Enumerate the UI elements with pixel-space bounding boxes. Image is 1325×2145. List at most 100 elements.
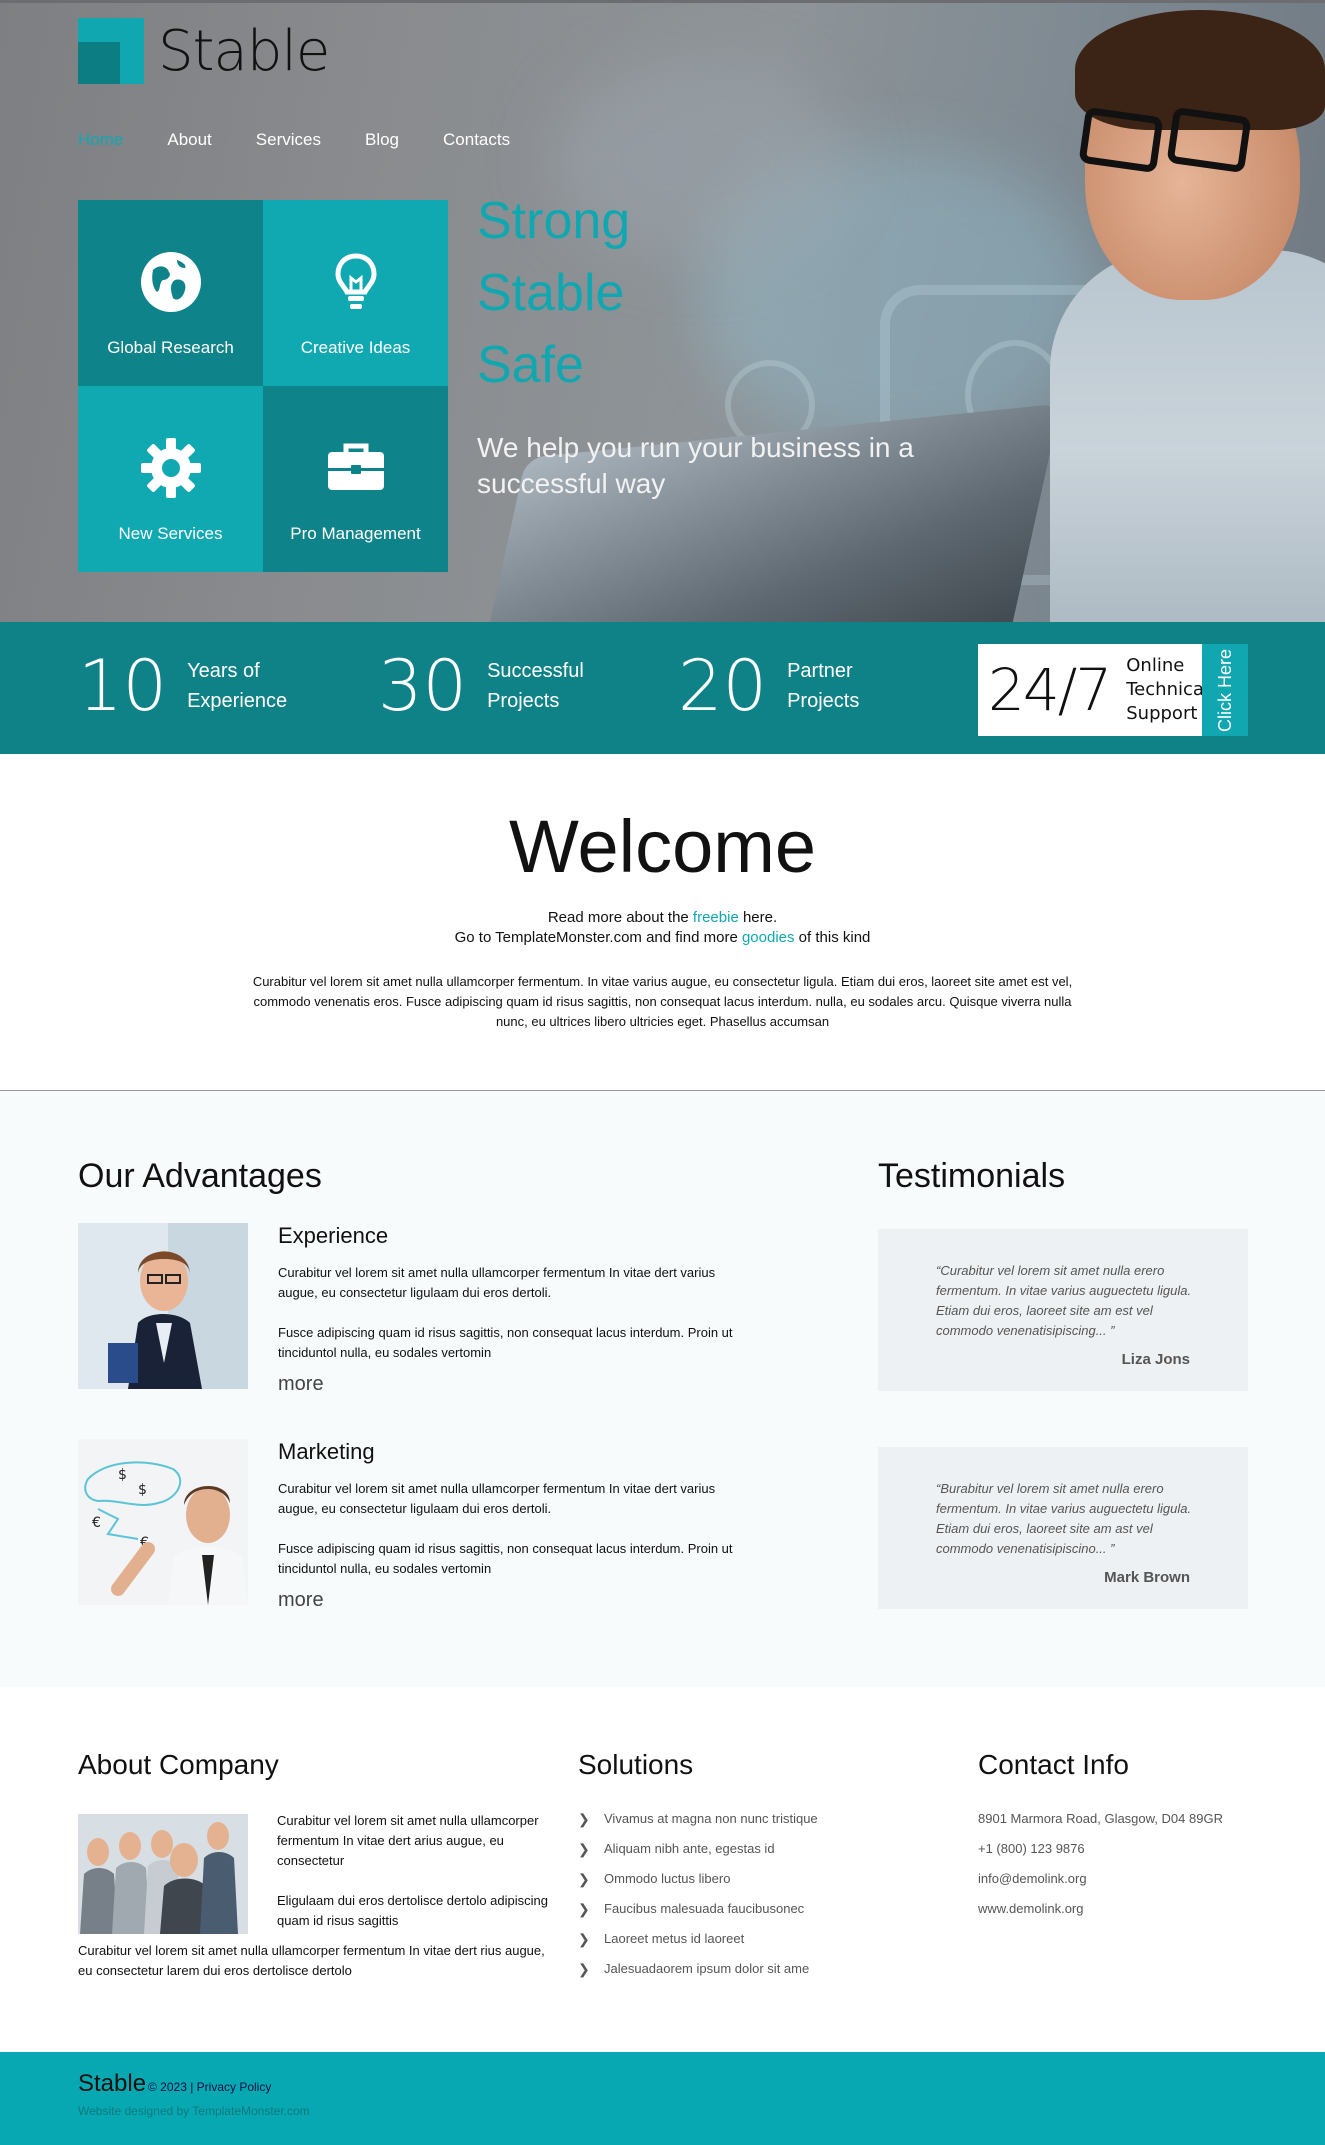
slogan-line: Stable [477, 264, 625, 322]
chevron-right-icon: ❯ [578, 1901, 590, 1917]
testimonial-card: “Burabitur vel lorem sit amet nulla erer… [878, 1447, 1248, 1609]
advantage-text: Curabitur vel lorem sit amet nulla ullam… [278, 1479, 748, 1579]
freebie-link[interactable]: freebie [693, 909, 739, 926]
intro-text: Read more about the [547, 909, 693, 926]
more-link[interactable]: more [278, 1589, 324, 1612]
experience-photo [78, 1223, 248, 1389]
svg-text:$: $ [118, 1467, 127, 1483]
nav-services[interactable]: Services [256, 130, 321, 150]
solution-label: Laoreet metus id laoreet [604, 1931, 745, 1946]
footer-copyright[interactable]: © 2023 | Privacy Policy [148, 2080, 271, 2094]
nav-contacts[interactable]: Contacts [443, 130, 510, 150]
stat-number: 20 [678, 645, 768, 727]
stats-bar: 10 Years of Experience 30 Successful Pro… [0, 622, 1325, 754]
top-border [0, 0, 1325, 3]
advantages-section: Our Advantages Testimonials Experience C… [0, 1091, 1325, 1687]
team-photo [78, 1814, 248, 1934]
testimonial-author: Mark Brown [1104, 1569, 1190, 1586]
testimonial-quote: “Curabitur vel lorem sit amet nulla erer… [936, 1263, 1192, 1338]
contact-address: 8901 Marmora Road, Glasgow, D04 89GR [978, 1811, 1223, 1826]
support-label: Online Technical Support [1126, 654, 1209, 726]
briefcase-icon [327, 443, 384, 490]
contact-website[interactable]: www.demolink.org [978, 1899, 1223, 1929]
about-title: About Company [78, 1749, 279, 1780]
solution-item[interactable]: ❯ Ommodo luctus libero [578, 1869, 818, 1899]
tile-label: Global Research [107, 338, 234, 357]
welcome-title: Welcome [508, 805, 817, 888]
contact-phone[interactable]: +1 (800) 123 9876 [978, 1839, 1223, 1869]
lightbulb-icon [334, 253, 377, 309]
testimonial-card: “Curabitur vel lorem sit amet nulla erer… [878, 1229, 1248, 1391]
about-paragraph: Curabitur vel lorem sit amet nulla ullam… [78, 1943, 545, 1978]
main-nav: Home About Services Blog Contacts [78, 130, 554, 150]
site-logo[interactable]: Stable [78, 18, 330, 84]
feature-tiles: Global Research Creative Ideas New Servi… [78, 200, 448, 572]
svg-text:€: € [92, 1515, 101, 1531]
support-number: 24/7 [988, 656, 1112, 724]
advantage-heading: Experience [278, 1223, 389, 1248]
solution-label: Jalesuadaorem ipsum dolor sit ame [604, 1961, 810, 1976]
stat-label-line: Projects [487, 690, 560, 712]
marketing-photo: $ $ € € [78, 1439, 248, 1605]
stat-number: 30 [378, 645, 468, 727]
welcome-section: Welcome Read more about the freebie here… [0, 754, 1325, 1091]
hero-person-glasses-left [1078, 106, 1164, 174]
support-label-line: Support [1126, 703, 1198, 724]
solution-item[interactable]: ❯ Vivamus at magna non nunc tristique [578, 1809, 818, 1839]
advantages-title: Our Advantages [78, 1157, 322, 1195]
intro-text: Go to TemplateMonster.com and find more [454, 929, 742, 946]
nav-home[interactable]: Home [78, 130, 123, 150]
intro-text: here. [738, 909, 778, 926]
welcome-intro: Read more about the freebie here. Go to … [0, 908, 1325, 948]
welcome-body: Curabitur vel lorem sit amet nulla ullam… [252, 974, 1073, 1029]
stat-label: Partner Projects [787, 656, 859, 716]
advantage-paragraph: Curabitur vel lorem sit amet nulla ullam… [278, 1481, 716, 1516]
nav-blog[interactable]: Blog [365, 130, 399, 150]
solution-label: Vivamus at magna non nunc tristique [604, 1811, 818, 1826]
footer-info-section: About Company Solutions Contact Info Cur… [0, 1687, 1325, 2052]
tile-label: Pro Management [290, 524, 421, 543]
hero-person-glasses-right [1166, 106, 1252, 174]
solution-item[interactable]: ❯ Jalesuadaorem ipsum dolor sit ame [578, 1959, 818, 1989]
hero-slogan: Strong Stable Safe [477, 185, 630, 401]
solution-label: Faucibus malesuada faucibusonec [604, 1901, 805, 1916]
goodies-link[interactable]: goodies [742, 929, 795, 946]
tile-creative-ideas[interactable]: Creative Ideas [263, 200, 448, 386]
advantage-paragraph: Fusce adipiscing quam id risus sagittis,… [278, 1541, 733, 1576]
testimonial-author: Liza Jons [1121, 1351, 1190, 1368]
tile-new-services[interactable]: New Services [78, 386, 263, 572]
hero-person-shirt [1050, 250, 1325, 622]
solution-item[interactable]: ❯ Laoreet metus id laoreet [578, 1929, 818, 1959]
tile-global-research[interactable]: Global Research [78, 200, 263, 386]
more-link[interactable]: more [278, 1373, 324, 1396]
footer-bar: Stable © 2023 | Privacy Policy Website d… [0, 2052, 1325, 2145]
stat-label-line: Projects [787, 690, 860, 712]
footer-credit[interactable]: Website designed by TemplateMonster.com [78, 2104, 310, 2118]
support-label-line: Technical [1126, 679, 1209, 700]
contact-email[interactable]: info@demolink.org [978, 1869, 1223, 1899]
gear-icon [140, 438, 201, 498]
testimonials-title: Testimonials [878, 1157, 1066, 1195]
stat-number: 10 [78, 645, 168, 727]
solutions-list: ❯ Vivamus at magna non nunc tristique ❯ Al… [578, 1809, 818, 1989]
logo-text: Stable [158, 18, 330, 84]
stat-projects: 30 Successful Projects [378, 646, 584, 726]
advantage-heading: Marketing [278, 1439, 375, 1464]
nav-about[interactable]: About [167, 130, 211, 150]
solution-item[interactable]: ❯ Faucibus malesuada faucibusonec [578, 1899, 818, 1929]
hero-banner: Stable Home About Services Blog Contacts… [0, 0, 1325, 622]
click-here-button[interactable]: Click Here [1202, 644, 1248, 736]
support-box: 24/7 Online Technical Support Click Here [978, 644, 1248, 736]
stat-label-line: Successful [487, 660, 584, 682]
solution-item[interactable]: ❯ Aliquam nibh ante, egestas id [578, 1839, 818, 1869]
tile-pro-management[interactable]: Pro Management [263, 386, 448, 572]
chevron-right-icon: ❯ [578, 1841, 590, 1857]
solutions-title: Solutions [578, 1749, 694, 1780]
contact-info: 8901 Marmora Road, Glasgow, D04 89GR +1 … [978, 1809, 1223, 1929]
stat-label-line: Experience [187, 690, 288, 712]
about-paragraph: Eligulaam dui eros dertolisce dertolo ad… [277, 1893, 548, 1928]
tile-label: New Services [118, 524, 223, 543]
stat-partners: 20 Partner Projects [678, 646, 859, 726]
chevron-right-icon: ❯ [578, 1811, 590, 1827]
footer-brand[interactable]: Stable [78, 2070, 146, 2098]
